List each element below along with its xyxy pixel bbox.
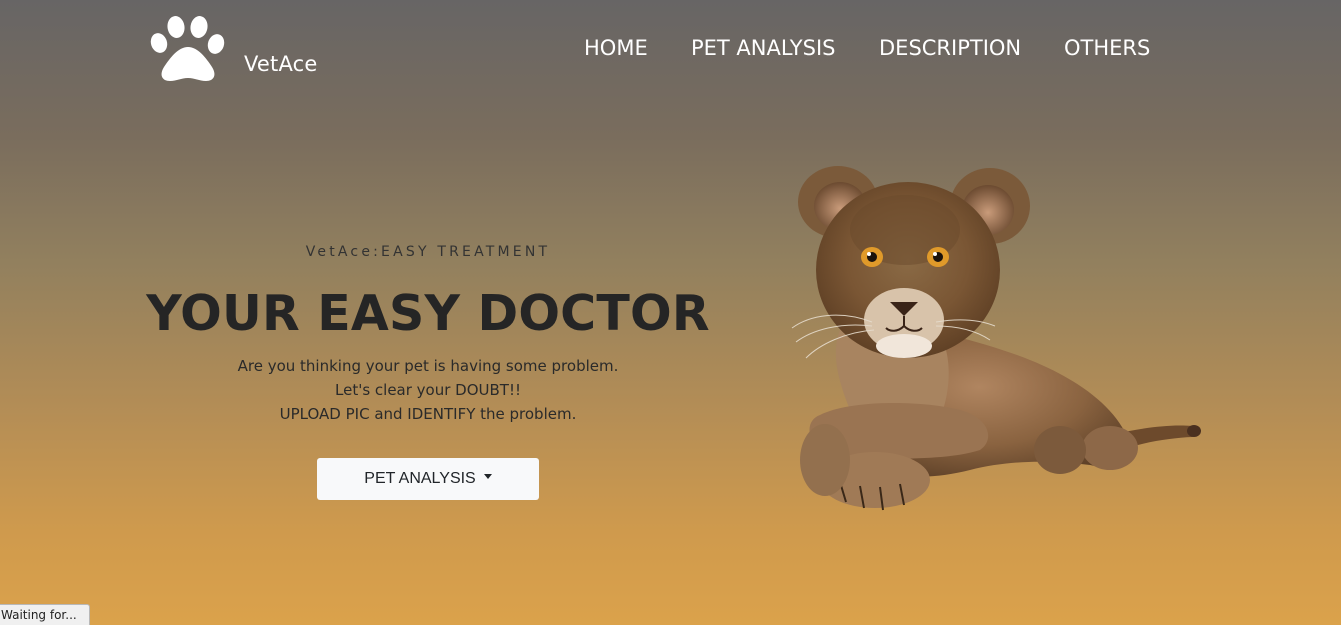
- nav-description[interactable]: DESCRIPTION: [879, 36, 1021, 60]
- description-line: UPLOAD PIC and IDENTIFY the problem.: [279, 405, 577, 423]
- main-nav: HOME PET ANALYSIS DESCRIPTION OTHERS: [0, 36, 1341, 66]
- lion-cub-image: [780, 160, 1210, 520]
- caret-down-icon: [483, 474, 492, 480]
- pet-analysis-dropdown-button[interactable]: PET ANALYSIS: [317, 458, 539, 500]
- nav-pet-analysis[interactable]: PET ANALYSIS: [691, 36, 835, 60]
- hero-headline: YOUR EASY DOCTOR: [146, 285, 710, 342]
- hero-description: Are you thinking your pet is having some…: [128, 354, 728, 426]
- description-line: Are you thinking your pet is having some…: [237, 357, 619, 375]
- nav-others[interactable]: OTHERS: [1064, 36, 1150, 60]
- hero-section: VetAce:EASY TREATMENT YOUR EASY DOCTOR A…: [128, 242, 728, 426]
- description-line: Let's clear your DOUBT!!: [335, 381, 521, 399]
- hero-tagline: VetAce:EASY TREATMENT: [305, 244, 551, 260]
- nav-home[interactable]: HOME: [584, 36, 648, 60]
- pet-analysis-button-label: PET ANALYSIS: [364, 470, 476, 487]
- browser-status-bar: Waiting for...: [0, 604, 90, 625]
